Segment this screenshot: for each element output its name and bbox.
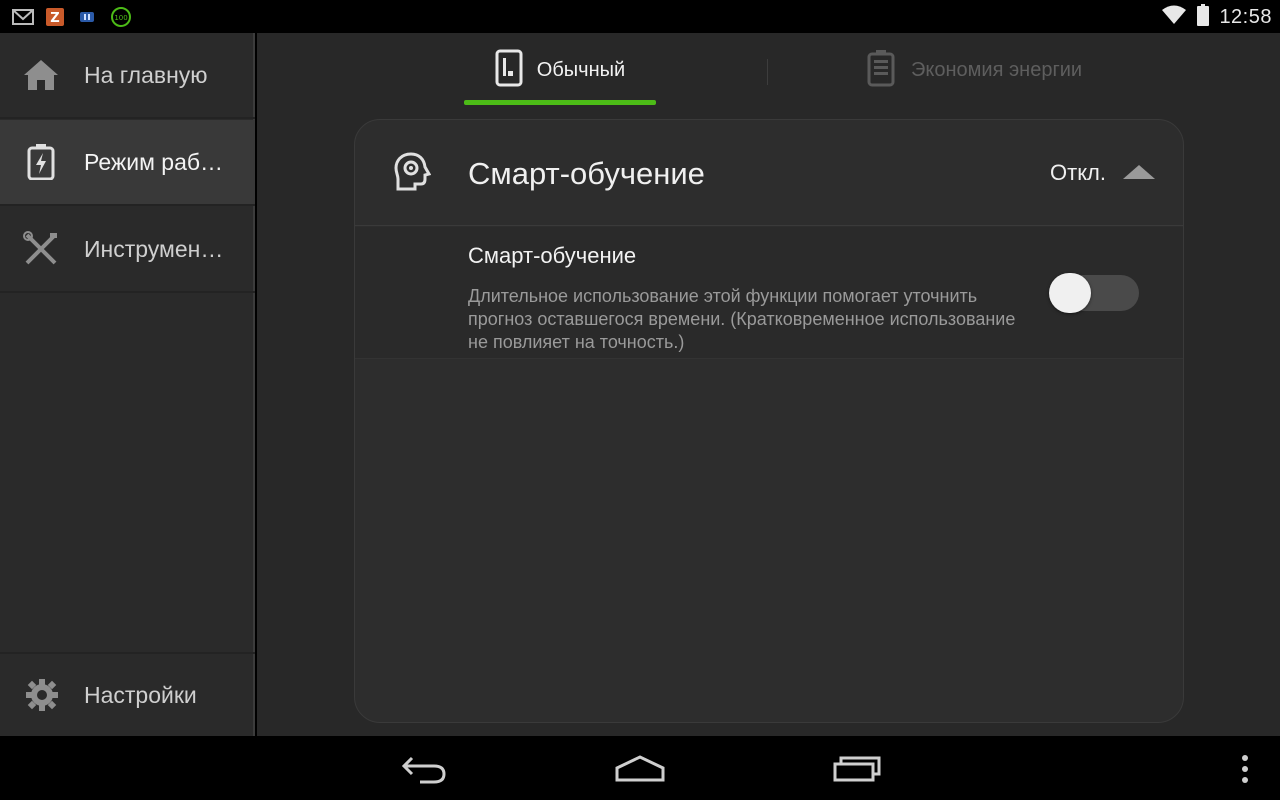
sidebar-item-settings[interactable]: Настройки bbox=[0, 652, 255, 736]
gmail-icon bbox=[12, 8, 34, 31]
overflow-menu-icon[interactable] bbox=[1238, 754, 1252, 789]
collapse-arrow-icon bbox=[1123, 165, 1155, 179]
toggle-thumb bbox=[1049, 273, 1091, 313]
sidebar-item-label: Режим раб… bbox=[84, 148, 224, 175]
tab-divider bbox=[767, 59, 768, 85]
sidebar-item-home[interactable]: На главную bbox=[0, 33, 255, 119]
wifi-icon bbox=[1161, 4, 1187, 31]
battery-mode-icon bbox=[0, 144, 84, 180]
smart-learning-header[interactable]: Смарт-обучение Откл. bbox=[355, 120, 1183, 226]
sidebar-item-tools[interactable]: Инструмен… bbox=[0, 207, 255, 293]
card-title: Смарт-обучение bbox=[468, 156, 705, 191]
setting-title: Смарт-обучение bbox=[468, 243, 637, 268]
smart-learning-toggle[interactable] bbox=[1049, 273, 1139, 313]
navigation-bar bbox=[0, 736, 1280, 800]
active-tab-indicator bbox=[464, 100, 656, 105]
home-icon bbox=[0, 58, 84, 92]
back-button[interactable] bbox=[400, 750, 448, 791]
battery-icon bbox=[867, 49, 895, 92]
setting-description: Длительное использование этой функции по… bbox=[468, 286, 1016, 352]
gear-icon bbox=[0, 678, 84, 712]
app-icon bbox=[76, 8, 98, 31]
battery-icon bbox=[1197, 4, 1210, 31]
smart-learning-setting: Смарт-обучение Длительное использование … bbox=[355, 227, 1183, 359]
tools-icon bbox=[0, 231, 84, 267]
home-button[interactable] bbox=[614, 750, 666, 791]
sidebar-item-label: Настройки bbox=[84, 681, 197, 708]
sidebar-item-label: На главную bbox=[84, 61, 208, 88]
svg-text:Z: Z bbox=[50, 11, 59, 26]
tab-label: Экономия энергии bbox=[911, 58, 1083, 81]
smart-learning-card: Смарт-обучение Откл. Смарт-обучение Длит… bbox=[354, 119, 1184, 723]
clock: 12:58 bbox=[1219, 6, 1272, 28]
tab-power-saving[interactable]: Экономия энергии bbox=[867, 33, 1107, 107]
sidebar: На главную Режим раб… Инструмен… Настрой… bbox=[0, 33, 255, 736]
feature-state: Откл. bbox=[1050, 160, 1107, 185]
recent-apps-button[interactable] bbox=[832, 750, 882, 791]
tab-normal[interactable]: Обычный bbox=[464, 33, 656, 107]
tab-label: Обычный bbox=[536, 58, 626, 81]
mode-tabs: Обычный Экономия энергии bbox=[257, 33, 1280, 109]
sidebar-item-mode[interactable]: Режим раб… bbox=[0, 120, 255, 206]
sidebar-item-label: Инструмен… bbox=[84, 235, 224, 262]
svg-text:100: 100 bbox=[114, 14, 127, 22]
main-panel: Обычный Экономия энергии Смарт-обучение … bbox=[257, 33, 1280, 736]
status-bar: Z 100 12:58 bbox=[0, 0, 1280, 33]
z-app-icon: Z bbox=[46, 8, 64, 31]
smart-learning-head-icon bbox=[393, 152, 432, 197]
battery-100-icon: 100 bbox=[110, 6, 132, 33]
phone-icon bbox=[495, 49, 523, 92]
